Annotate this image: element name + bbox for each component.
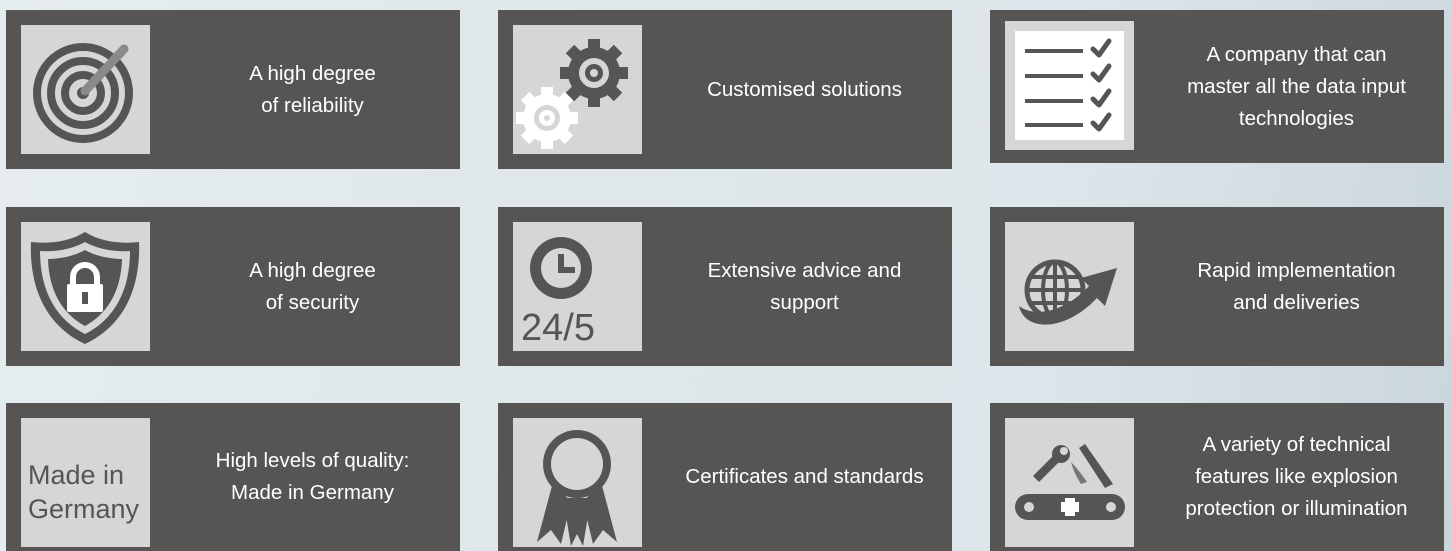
gears-icon — [513, 25, 642, 154]
support-hours-text: 24/5 — [521, 307, 595, 349]
multitool-icon — [1005, 418, 1134, 547]
tile-label: Extensive advice and support — [707, 258, 902, 314]
rosette-icon — [513, 418, 642, 547]
feature-tile-quality: Made in Germany High levels of quality: M… — [6, 403, 460, 551]
checklist-icon — [1005, 21, 1134, 150]
globe-arrow-icon — [1005, 222, 1134, 351]
made-in-germany-icon: Made in Germany — [21, 418, 150, 547]
tile-label: A variety of technical features like expl… — [1185, 433, 1408, 520]
feature-tile-customised: Customised solutions — [498, 10, 952, 169]
clock-icon: 24/5 — [513, 222, 642, 351]
feature-tile-reliability: A high degree of reliability — [6, 10, 460, 169]
shield-lock-icon — [21, 222, 150, 351]
tile-label: Certificates and standards — [685, 465, 924, 488]
feature-tile-security: A high degree of security — [6, 207, 460, 366]
feature-tile-data-input: A company that can master all the data in… — [990, 10, 1444, 163]
feature-tile-certificates: Certificates and standards — [498, 403, 952, 551]
feature-tile-support: 24/5 Extensive advice and support — [498, 207, 952, 366]
tile-label: Rapid implementation and deliveries — [1197, 258, 1396, 314]
tile-label: A company that can master all the data in… — [1187, 42, 1406, 130]
tile-label: A high degree of reliability — [249, 61, 376, 117]
feature-tile-implementation: Rapid implementation and deliveries — [990, 207, 1444, 366]
target-icon — [21, 25, 150, 154]
tile-label: High levels of quality: Made in Germany — [215, 449, 410, 504]
made-in-germany-text: Made in Germany — [28, 460, 140, 524]
tile-label: A high degree of security — [249, 258, 376, 314]
tile-label: Customised solutions — [707, 77, 902, 101]
feature-tile-features: A variety of technical features like expl… — [990, 403, 1444, 551]
